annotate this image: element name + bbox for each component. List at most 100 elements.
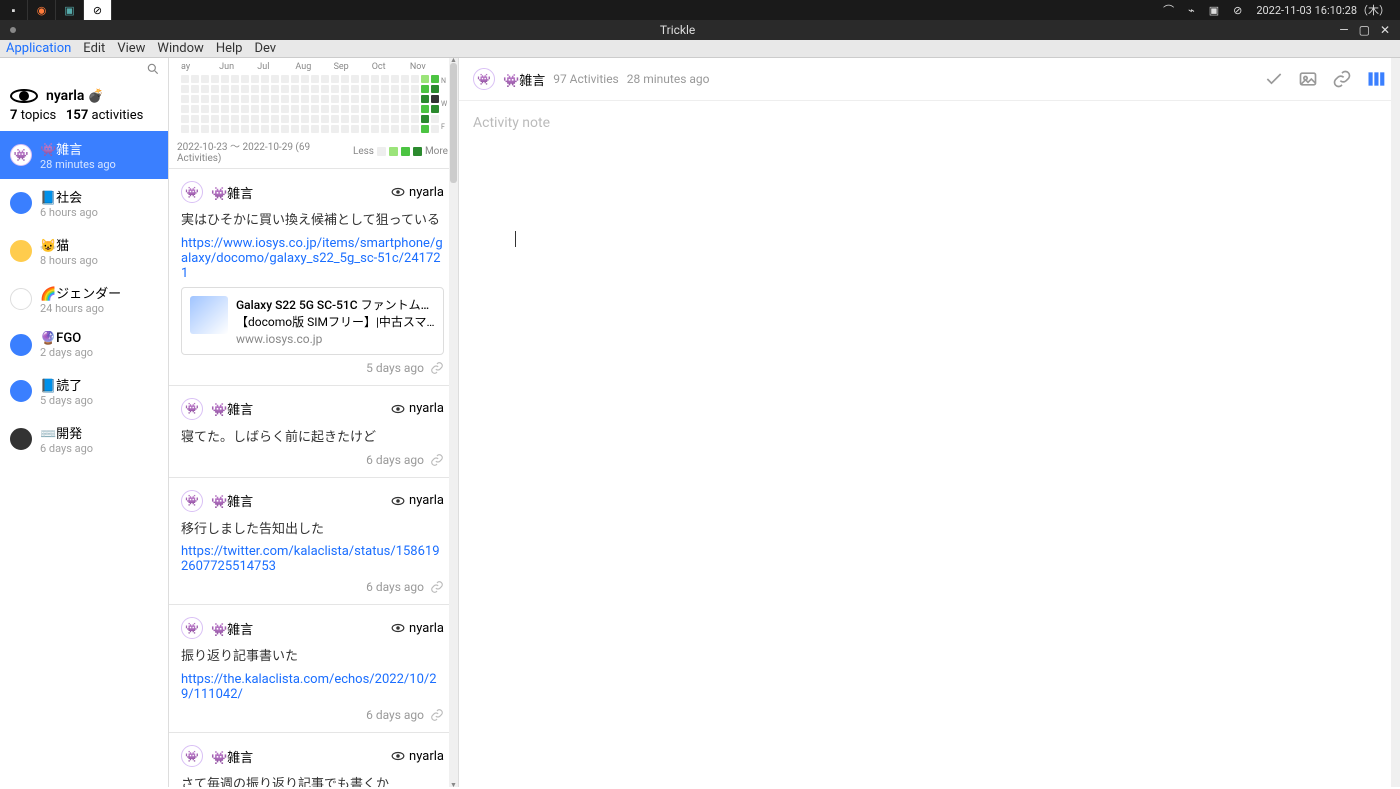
topic-list: 👾 👾雑言 28 minutes ago 📘社会 6 hours ago 😺猫 …	[0, 131, 168, 787]
middle-column: ayJunJulAugSepOctNov NWF 2022-10-23 ～ 20…	[168, 58, 459, 787]
post-author: nyarla	[391, 621, 444, 636]
middle-scrollbar[interactable]: ▲▼	[449, 58, 458, 787]
image-icon[interactable]	[1298, 69, 1318, 89]
card-image	[190, 296, 228, 334]
feed-post[interactable]: 👾 👾雑言 nyarla 寝てた。しばらく前に起きたけど 6 days ago	[169, 386, 458, 478]
eye-icon	[391, 402, 405, 416]
activity-feed: 👾 👾雑言 nyarla 実はひそかに買い換え候補として狙っている https:/…	[169, 169, 458, 787]
bluetooth-icon[interactable]: ⌁	[1188, 4, 1195, 17]
sidebar-topic-item[interactable]: 🔮FGO 2 days ago	[0, 323, 168, 367]
tray-icon[interactable]: ▣	[1209, 4, 1219, 17]
link-icon[interactable]	[430, 580, 444, 594]
topic-time: 8 hours ago	[40, 254, 158, 267]
post-link-card[interactable]: Galaxy S22 5G SC-51C ファントムホワイト 【docomo版 …	[181, 287, 444, 355]
topic-avatar-icon	[10, 192, 32, 214]
post-author: nyarla	[391, 185, 444, 200]
post-topic: 👾雑言	[211, 183, 253, 202]
right-scrollbar[interactable]	[1391, 58, 1400, 787]
text-cursor	[515, 231, 516, 247]
menu-bar: Application Edit View Window Help Dev	[0, 40, 1400, 58]
topic-avatar-icon	[10, 380, 32, 402]
block-icon[interactable]: ⊘	[1233, 4, 1242, 17]
topic-time: 5 days ago	[40, 394, 158, 407]
menu-help[interactable]: Help	[216, 41, 243, 56]
post-avatar-icon: 👾	[181, 617, 203, 639]
window-title-bar: Trickle — ▢ ✕	[0, 20, 1400, 40]
card-subtitle: 【docomo版 SIMフリー】|中古スマートフォン格…	[236, 313, 435, 330]
topic-name: 🔮FGO	[40, 331, 158, 346]
checkmark-icon[interactable]	[1264, 69, 1284, 89]
taskbar-terminal-icon[interactable]: ▪	[0, 0, 28, 20]
note-placeholder: Activity note	[473, 115, 1386, 131]
eye-icon	[391, 749, 405, 763]
topic-time: 24 hours ago	[40, 302, 158, 315]
post-time: 5 days ago	[366, 361, 424, 375]
topic-avatar-icon	[10, 288, 32, 310]
topic-activities-count: 97 Activities	[553, 72, 619, 86]
window-title: Trickle	[16, 23, 1339, 37]
post-avatar-icon: 👾	[181, 745, 203, 767]
topic-name: 👾雑言	[40, 139, 158, 158]
maximize-button[interactable]: ▢	[1359, 23, 1370, 37]
sidebar-topic-item[interactable]: 📘社会 6 hours ago	[0, 179, 168, 227]
topic-time: 28 minutes ago	[627, 72, 710, 86]
menu-edit[interactable]: Edit	[83, 41, 105, 56]
feed-post[interactable]: 👾 👾雑言 nyarla 移行しました告知出したhttps://twitter.…	[169, 478, 458, 606]
post-author: nyarla	[391, 493, 444, 508]
post-avatar-icon: 👾	[181, 181, 203, 203]
link-icon[interactable]	[1332, 69, 1352, 89]
link-icon[interactable]	[430, 708, 444, 722]
topic-time: 6 days ago	[40, 442, 158, 455]
post-link[interactable]: https://twitter.com/kalaclista/status/15…	[181, 544, 444, 574]
taskbar-app2-icon[interactable]: ▣	[56, 0, 84, 20]
sidebar: nyarla 💣 7 topics 157 activities 👾 👾雑言 2…	[0, 58, 168, 787]
menu-dev[interactable]: Dev	[254, 41, 276, 56]
os-top-bar: ▪ ◉ ▣ ⊘ ⌒ ⌁ ▣ ⊘ 2022-11-03 16:10:28（木）	[0, 0, 1400, 20]
heatmap-legend: Less More	[353, 146, 448, 157]
feed-post[interactable]: 👾 👾雑言 nyarla 実はひそかに買い換え候補として狙っている https:/…	[169, 169, 458, 386]
topic-avatar-icon: 👾	[473, 68, 495, 90]
menu-view[interactable]: View	[117, 41, 145, 56]
sidebar-topic-item[interactable]: 👾 👾雑言 28 minutes ago	[0, 131, 168, 179]
close-button[interactable]: ✕	[1380, 23, 1390, 37]
topic-badge: 👾雑言	[503, 70, 545, 89]
feed-post[interactable]: 👾 👾雑言 nyarla さて毎週の振り返り記事でも書くか 6 days ago	[169, 733, 458, 787]
menu-application[interactable]: Application	[6, 41, 71, 56]
post-body: 移行しました告知出した	[181, 520, 444, 541]
topic-avatar-icon	[10, 240, 32, 262]
sidebar-topic-item[interactable]: ⌨️開発 6 days ago	[0, 415, 168, 463]
taskbar-firefox-icon[interactable]: ◉	[28, 0, 56, 20]
sidebar-topic-item[interactable]: 📘読了 5 days ago	[0, 367, 168, 415]
post-body: 振り返り記事書いた	[181, 647, 444, 668]
topic-name: ⌨️開発	[40, 423, 158, 442]
card-domain: www.iosys.co.jp	[236, 332, 435, 346]
profile: nyarla 💣	[0, 80, 168, 108]
activity-note-editor[interactable]: Activity note	[459, 101, 1400, 787]
columns-icon[interactable]	[1366, 69, 1386, 89]
eye-icon	[391, 494, 405, 508]
search-icon[interactable]	[146, 62, 160, 76]
menu-window[interactable]: Window	[157, 41, 203, 56]
post-topic: 👾雑言	[211, 399, 253, 418]
topic-name: 😺猫	[40, 235, 158, 254]
post-author: nyarla	[391, 749, 444, 764]
sidebar-topic-item[interactable]: 😺猫 8 hours ago	[0, 227, 168, 275]
right-panel-header: 👾 👾雑言 97 Activities 28 minutes ago	[459, 58, 1400, 101]
topic-time: 2 days ago	[40, 346, 158, 359]
post-body: 実はひそかに買い換え候補として狙っている	[181, 211, 444, 232]
sidebar-topic-item[interactable]: 🌈ジェンダー 24 hours ago	[0, 275, 168, 323]
eye-icon	[391, 185, 405, 199]
wifi-icon[interactable]: ⌒	[1163, 2, 1174, 18]
topic-avatar-icon	[10, 334, 32, 356]
post-link[interactable]: https://www.iosys.co.jp/items/smartphone…	[181, 236, 444, 281]
card-title: Galaxy S22 5G SC-51C ファントムホワイト	[236, 296, 435, 313]
feed-post[interactable]: 👾 👾雑言 nyarla 振り返り記事書いたhttps://the.kalacl…	[169, 605, 458, 733]
post-link[interactable]: https://the.kalaclista.com/echos/2022/10…	[181, 672, 444, 702]
topic-name: 📘社会	[40, 187, 158, 206]
link-icon[interactable]	[430, 453, 444, 467]
topic-time: 28 minutes ago	[40, 158, 158, 171]
minimize-button[interactable]: —	[1339, 23, 1348, 37]
post-author: nyarla	[391, 401, 444, 416]
taskbar-app-active-icon[interactable]: ⊘	[84, 0, 112, 20]
link-icon[interactable]	[430, 361, 444, 375]
